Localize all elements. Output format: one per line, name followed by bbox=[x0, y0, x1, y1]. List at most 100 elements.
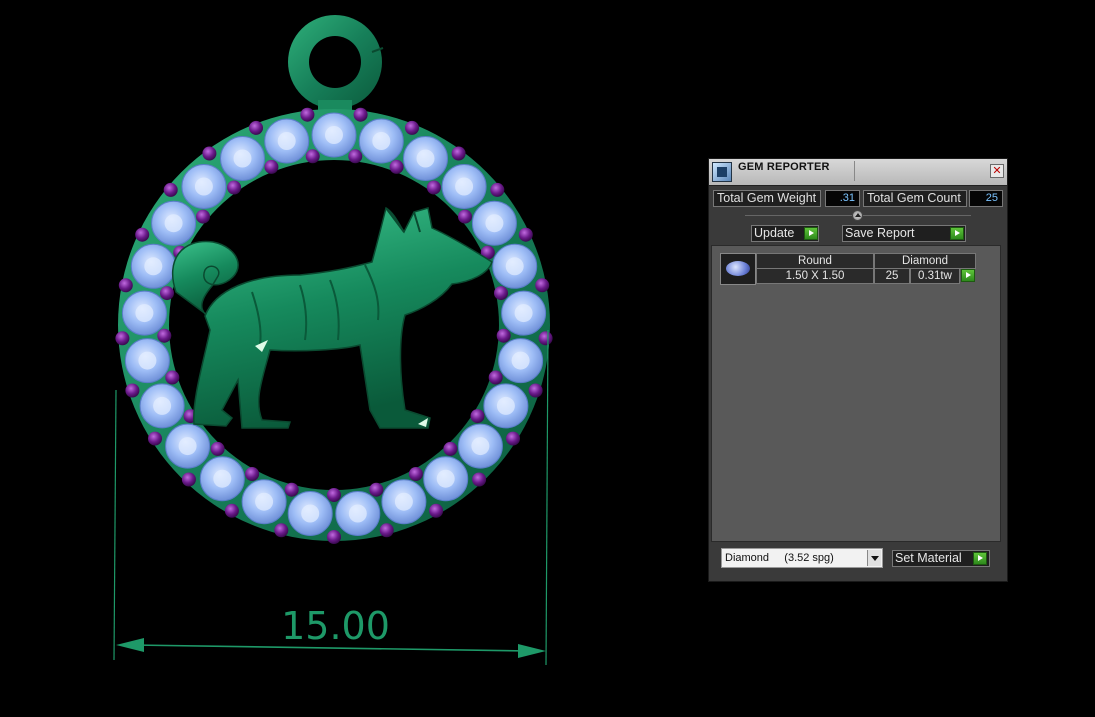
gem-table bbox=[455, 177, 474, 196]
gem-table bbox=[233, 149, 252, 168]
gem-table bbox=[372, 132, 391, 150]
dimension-label: 15.00 bbox=[281, 604, 390, 648]
panel-title: GEM REPORTER bbox=[738, 161, 830, 173]
metal-bead bbox=[135, 227, 150, 242]
chevron-down-icon[interactable] bbox=[867, 550, 881, 566]
gem-table bbox=[178, 437, 197, 456]
gem-table bbox=[436, 469, 455, 488]
row-play-icon[interactable] bbox=[961, 269, 975, 282]
metal-bead bbox=[494, 286, 508, 301]
metal-bead bbox=[379, 523, 394, 538]
gem-table bbox=[135, 304, 154, 323]
metal-bead bbox=[496, 328, 511, 343]
gem-table bbox=[277, 132, 296, 150]
close-icon[interactable]: ✕ bbox=[990, 164, 1004, 178]
play-icon bbox=[973, 552, 987, 565]
metal-bead bbox=[196, 209, 210, 224]
metal-bead bbox=[348, 149, 363, 164]
metal-bead bbox=[274, 523, 289, 538]
metal-bead bbox=[305, 149, 320, 164]
metal-bead bbox=[470, 409, 485, 424]
metal-bead bbox=[490, 182, 505, 197]
metal-bead bbox=[408, 467, 423, 481]
metal-bead bbox=[506, 431, 520, 446]
metal-bead bbox=[405, 120, 419, 135]
gem-table bbox=[194, 177, 213, 196]
metal-bead bbox=[125, 383, 140, 398]
gem-table bbox=[144, 257, 163, 276]
metal-bead bbox=[429, 503, 444, 518]
gem-table bbox=[505, 257, 524, 276]
gem-list[interactable]: Round Diamond 1.50 X 1.50 25 0.31tw bbox=[711, 245, 1001, 542]
metal-bead bbox=[488, 370, 503, 385]
metal-bead bbox=[472, 472, 487, 487]
metal-bead bbox=[443, 441, 458, 456]
gem-material-cell: Diamond bbox=[874, 253, 976, 269]
metal-bead bbox=[535, 278, 550, 293]
total-gem-weight-value: .31 bbox=[825, 190, 860, 207]
gem-table bbox=[138, 351, 157, 370]
update-button[interactable]: Update bbox=[751, 225, 819, 242]
metal-bead bbox=[327, 488, 341, 502]
gem-table bbox=[496, 396, 515, 415]
gem-count-cell: 25 bbox=[874, 268, 910, 284]
material-select-value: Diamond (3.52 spg) bbox=[725, 552, 834, 564]
metal-bead bbox=[451, 146, 466, 161]
gem-table bbox=[471, 437, 490, 456]
gem-table bbox=[325, 126, 343, 144]
gem-table bbox=[153, 396, 172, 415]
metal-bead bbox=[284, 482, 299, 497]
set-material-button-label: Set Material bbox=[895, 551, 962, 565]
bail-ring bbox=[288, 15, 384, 120]
total-gem-weight-label: Total Gem Weight bbox=[713, 190, 821, 207]
gem-size-cell: 1.50 X 1.50 bbox=[756, 268, 874, 284]
collapse-icon[interactable] bbox=[852, 210, 863, 221]
metal-bead bbox=[458, 209, 472, 224]
metal-bead bbox=[181, 472, 196, 487]
metal-bead bbox=[389, 159, 404, 174]
metal-bead bbox=[300, 107, 315, 122]
gem-table bbox=[164, 214, 183, 233]
metal-bead bbox=[224, 503, 239, 518]
gem-reporter-panel[interactable]: GEM REPORTER ✕ Total Gem Weight .31 Tota… bbox=[708, 158, 1008, 582]
total-gem-count-label: Total Gem Count bbox=[863, 190, 967, 207]
metal-bead bbox=[160, 286, 174, 301]
update-button-label: Update bbox=[754, 226, 795, 240]
round-gem-icon bbox=[720, 253, 756, 285]
metal-bead bbox=[245, 467, 260, 481]
material-select[interactable]: Diamond (3.52 spg) bbox=[721, 548, 883, 568]
metal-bead bbox=[202, 146, 217, 161]
play-icon bbox=[950, 227, 964, 240]
metal-bead bbox=[115, 331, 130, 346]
metal-bead bbox=[538, 331, 553, 346]
gem-table bbox=[511, 351, 530, 370]
metal-bead bbox=[163, 182, 178, 197]
metal-bead bbox=[264, 159, 279, 174]
metal-bead bbox=[327, 530, 341, 544]
total-gem-count-value: 25 bbox=[969, 190, 1003, 207]
save-report-button-label: Save Report bbox=[845, 226, 915, 240]
metal-bead bbox=[118, 278, 133, 293]
gem-table bbox=[301, 504, 320, 523]
metal-bead bbox=[426, 180, 441, 195]
gem-table bbox=[255, 492, 274, 511]
save-report-button[interactable]: Save Report bbox=[842, 225, 966, 242]
metal-bead bbox=[148, 431, 162, 446]
gem-shape-cell: Round bbox=[756, 253, 874, 269]
gem-table bbox=[394, 492, 413, 511]
play-icon bbox=[804, 227, 818, 240]
gem-table bbox=[485, 214, 504, 233]
metal-bead bbox=[518, 227, 533, 242]
metal-bead bbox=[528, 383, 543, 398]
gem-table bbox=[416, 149, 435, 168]
gem-reporter-icon bbox=[712, 162, 732, 182]
metal-bead bbox=[210, 441, 225, 456]
metal-bead bbox=[249, 120, 263, 135]
gem-table bbox=[348, 504, 367, 523]
metal-bead bbox=[227, 180, 242, 195]
panel-titlebar[interactable]: GEM REPORTER ✕ bbox=[709, 159, 1007, 186]
metal-bead bbox=[165, 370, 180, 385]
gem-table bbox=[514, 304, 533, 323]
metal-bead bbox=[157, 328, 172, 343]
set-material-button[interactable]: Set Material bbox=[892, 550, 990, 567]
